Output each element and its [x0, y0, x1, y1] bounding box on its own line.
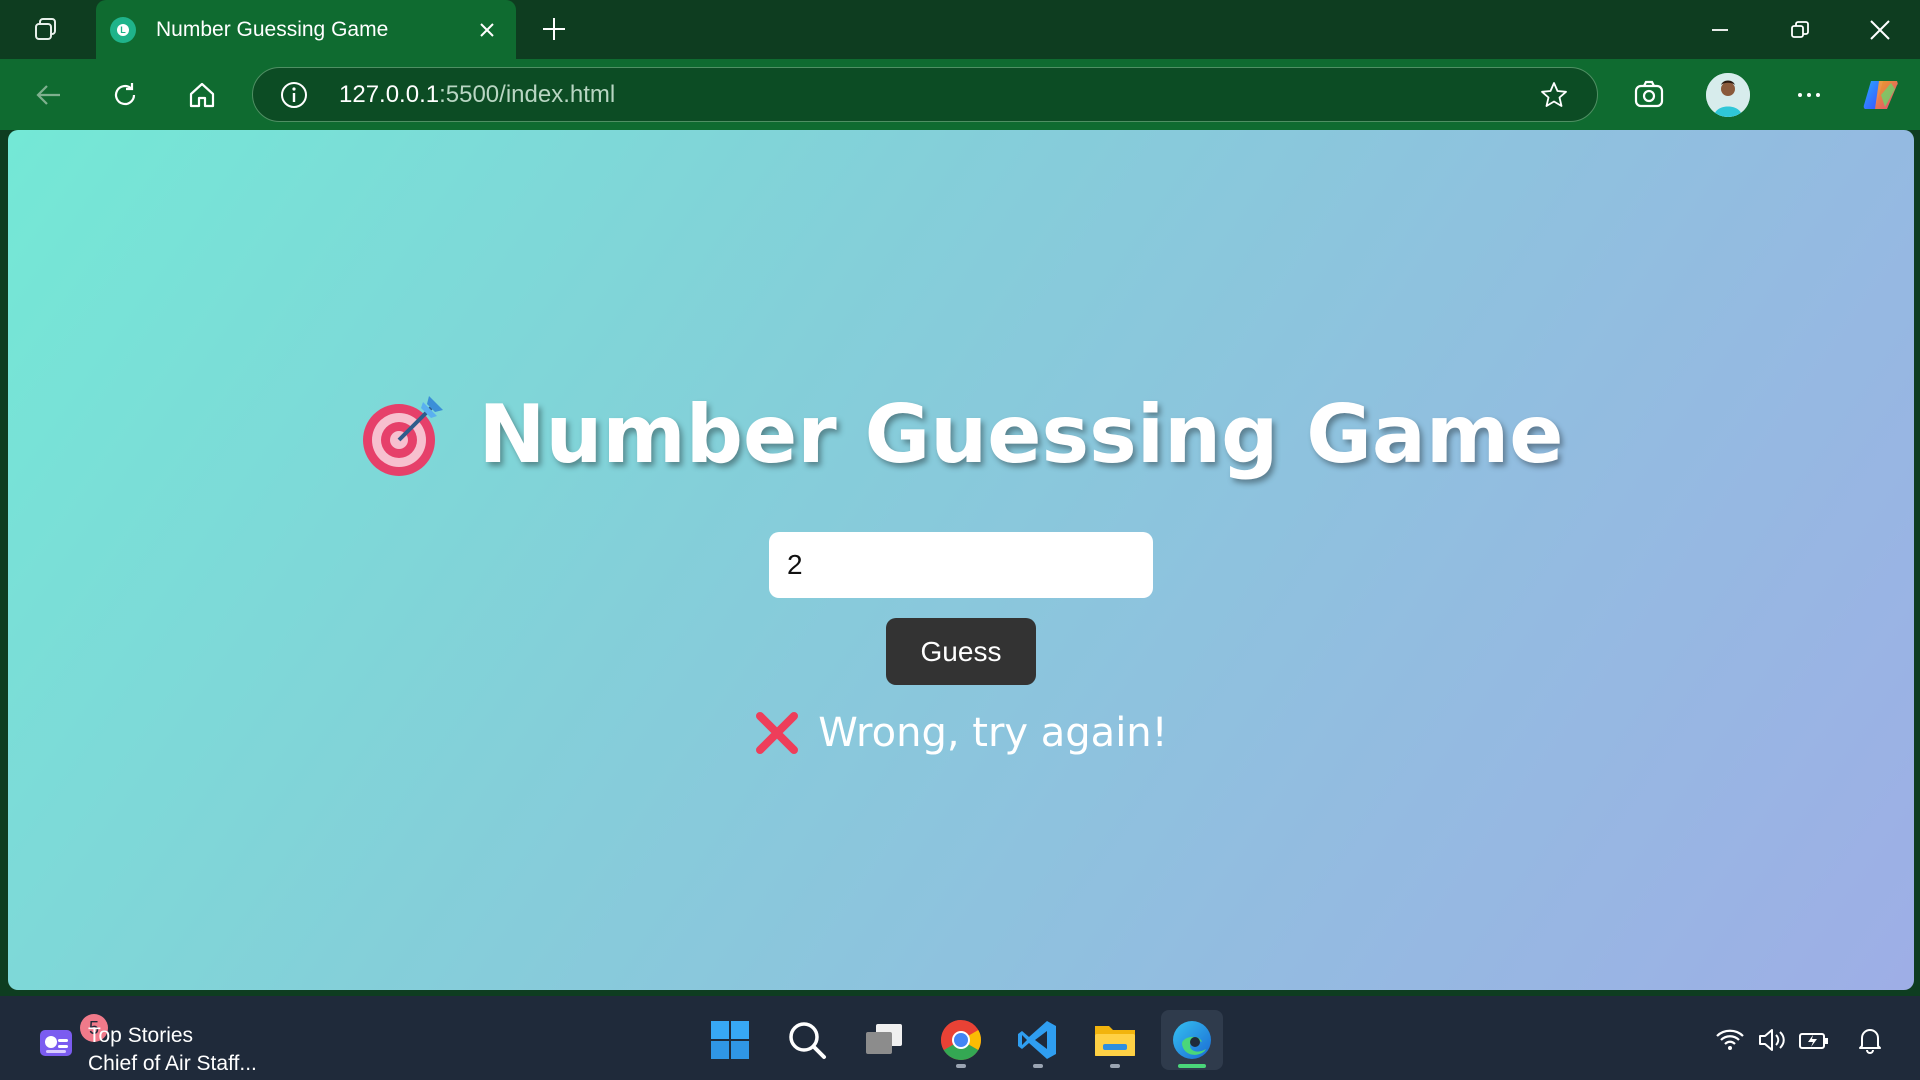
news-widget-icon	[36, 1020, 78, 1062]
explorer-running-indicator	[1110, 1064, 1120, 1068]
back-icon[interactable]	[27, 73, 71, 117]
screenshot-icon[interactable]	[1627, 73, 1671, 117]
address-bar[interactable]: 127.0.0.1:5500/index.html	[252, 67, 1598, 122]
tab-favicon-letter: L	[117, 23, 129, 36]
news-widget[interactable]: 5 Top Stories Chief of Air Staff...	[30, 1010, 290, 1075]
profile-avatar[interactable]	[1706, 73, 1750, 117]
dart-target-icon	[359, 390, 449, 480]
refresh-icon[interactable]	[103, 73, 147, 117]
new-tab-icon[interactable]	[536, 11, 572, 47]
workspaces-icon[interactable]	[26, 12, 66, 47]
game-container: Number Guessing Game Guess Wrong, try ag…	[8, 130, 1914, 990]
volume-icon[interactable]	[1754, 1022, 1790, 1058]
page-viewport: Number Guessing Game Guess Wrong, try ag…	[8, 130, 1914, 990]
home-icon[interactable]	[180, 73, 224, 117]
news-subtitle: Chief of Air Staff...	[88, 1052, 257, 1075]
url-path: :5500/index.html	[439, 81, 616, 108]
game-title: Number Guessing Game	[8, 388, 1914, 499]
favorite-star-icon[interactable]	[1539, 80, 1569, 110]
copilot-icon[interactable]	[1859, 73, 1903, 117]
vscode-icon[interactable]	[1007, 1010, 1069, 1070]
guess-button[interactable]: Guess	[886, 618, 1036, 685]
close-window-icon[interactable]	[1848, 6, 1912, 54]
url-host: 127.0.0.1	[339, 81, 440, 108]
wifi-icon[interactable]	[1712, 1022, 1748, 1058]
file-explorer-icon[interactable]	[1084, 1010, 1146, 1070]
vscode-running-indicator	[1033, 1064, 1043, 1068]
game-title-text: Number Guessing Game	[478, 388, 1564, 481]
windows-taskbar: 5 Top Stories Chief of Air Staff...	[0, 996, 1920, 1080]
minimize-icon[interactable]	[1688, 6, 1752, 54]
site-info-icon[interactable]	[279, 80, 309, 110]
tab-favicon-icon: L	[110, 16, 136, 43]
battery-icon[interactable]	[1796, 1022, 1832, 1058]
more-options-icon[interactable]	[1787, 73, 1831, 117]
guess-input[interactable]	[769, 532, 1153, 598]
result-text: Wrong, try again!	[818, 710, 1168, 756]
edge-icon[interactable]	[1161, 1010, 1223, 1070]
browser-tab[interactable]: L Number Guessing Game	[96, 0, 516, 59]
close-tab-icon[interactable]	[470, 13, 504, 47]
browser-titlebar: L Number Guessing Game	[0, 0, 1920, 59]
search-icon[interactable]	[776, 1010, 838, 1070]
chrome-icon[interactable]	[930, 1010, 992, 1070]
task-view-icon[interactable]	[853, 1010, 915, 1070]
url-text[interactable]: 127.0.0.1:5500/index.html	[339, 81, 615, 109]
restore-icon[interactable]	[1768, 6, 1832, 54]
tab-title: Number Guessing Game	[156, 17, 389, 41]
edge-running-indicator	[1178, 1064, 1206, 1068]
news-title: Top Stories	[88, 1024, 194, 1047]
cross-mark-icon	[754, 710, 800, 756]
result-message: Wrong, try again!	[8, 710, 1914, 766]
notification-bell-icon[interactable]	[1852, 1022, 1888, 1058]
chrome-running-indicator	[956, 1064, 966, 1068]
browser-toolbar: 127.0.0.1:5500/index.html	[0, 59, 1920, 130]
start-icon[interactable]	[699, 1010, 761, 1070]
